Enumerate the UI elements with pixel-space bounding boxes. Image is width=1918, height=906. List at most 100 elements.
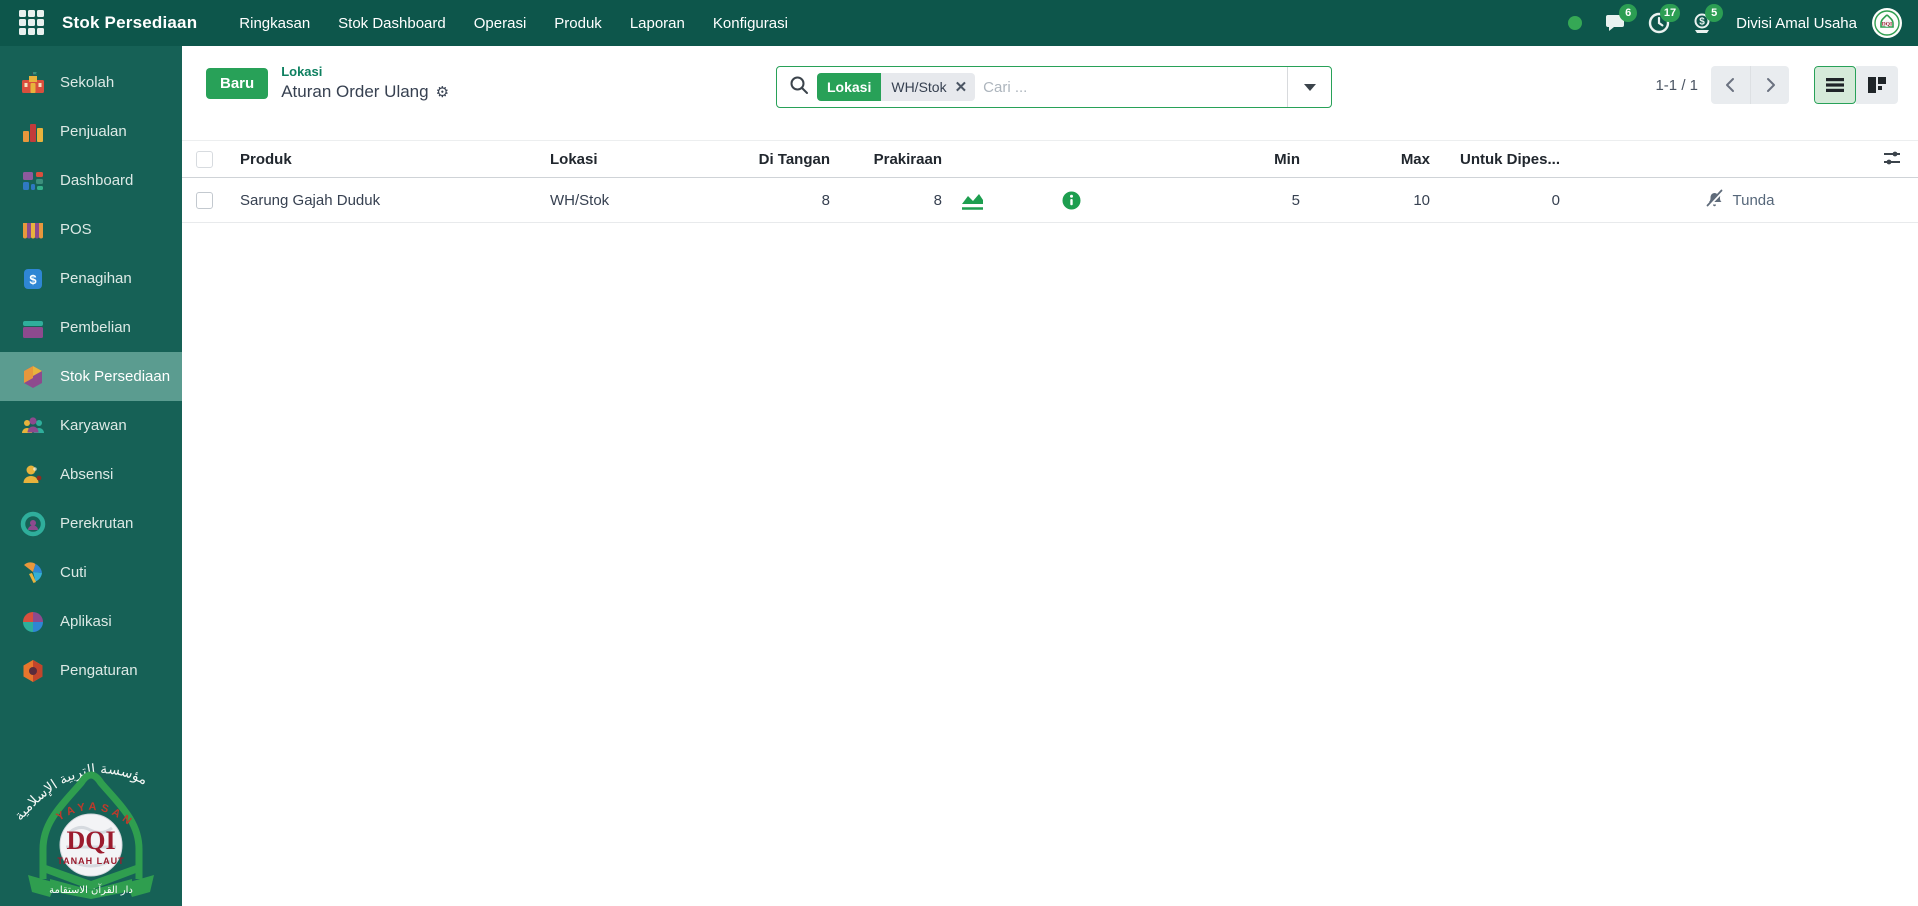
cell-min[interactable]: 5 <box>1135 192 1300 209</box>
logo-ribbon-text: دار القرآن الاستقامة <box>49 883 133 896</box>
dashboard-icon <box>20 168 46 194</box>
sidebar-item-label: Aplikasi <box>60 613 112 630</box>
column-header-produk[interactable]: Produk <box>240 151 550 168</box>
page-title: Aturan Order Ulang <box>281 82 428 102</box>
sales-icon <box>20 119 46 145</box>
action-gear-icon[interactable]: ⚙ <box>436 83 449 101</box>
inventory-icon <box>20 364 46 390</box>
control-panel: Baru Lokasi Aturan Order Ulang ⚙ Lokasi … <box>182 46 1918 108</box>
kanban-view-button[interactable] <box>1856 66 1898 104</box>
sidebar-item-label: Pembelian <box>60 319 131 336</box>
sidebar-item-absensi[interactable]: Absensi <box>0 450 182 499</box>
sidebar-item-stok-persediaan[interactable]: Stok Persediaan <box>0 352 182 401</box>
sidebar-item-label: Stok Persediaan <box>60 368 170 385</box>
activities-badge: 17 <box>1660 4 1680 22</box>
svg-text:$: $ <box>1699 17 1705 28</box>
timeoff-icon <box>20 560 46 586</box>
sidebar-item-karyawan[interactable]: Karyawan <box>0 401 182 450</box>
commission-badge: 5 <box>1705 4 1723 22</box>
pager-range: 1-1 / 1 <box>1655 77 1698 94</box>
current-app-title[interactable]: Stok Persediaan <box>62 13 197 33</box>
table-header-row: Produk Lokasi Di Tangan Prakiraan Min Ma… <box>182 140 1918 178</box>
sidebar-item-label: Penagihan <box>60 270 132 287</box>
attendance-icon <box>20 462 46 488</box>
cell-max[interactable]: 10 <box>1300 192 1430 209</box>
cell-prakiraan[interactable]: 8 <box>830 192 942 209</box>
search-facet: Lokasi WH/Stok ✕ <box>817 73 975 101</box>
forecast-chart-icon[interactable] <box>960 189 985 211</box>
sidebar-item-penjualan[interactable]: Penjualan <box>0 107 182 156</box>
sidebar-item-label: Cuti <box>60 564 87 581</box>
online-status-dot <box>1568 16 1582 30</box>
list-view-button[interactable] <box>1814 66 1856 104</box>
column-header-prakiraan[interactable]: Prakiraan <box>830 151 942 168</box>
facet-remove-icon[interactable]: ✕ <box>955 78 968 96</box>
chevron-down-icon <box>1304 84 1316 91</box>
pager-previous-button[interactable] <box>1711 66 1750 104</box>
commission-icon[interactable]: $ 5 <box>1685 6 1719 40</box>
sidebar-item-sekolah[interactable]: Sekolah <box>0 58 182 107</box>
cell-produk[interactable]: Sarung Gajah Duduk <box>240 192 550 209</box>
avatar[interactable]: DQI <box>1872 8 1902 38</box>
select-all-checkbox[interactable] <box>196 151 213 168</box>
sidebar-item-penagihan[interactable]: $ Penagihan <box>0 254 182 303</box>
menu-stok-dashboard[interactable]: Stok Dashboard <box>326 9 458 38</box>
sidebar-item-pembelian[interactable]: Pembelian <box>0 303 182 352</box>
menu-laporan[interactable]: Laporan <box>618 9 697 38</box>
column-header-max[interactable]: Max <box>1300 151 1430 168</box>
row-checkbox[interactable] <box>196 192 213 209</box>
svg-text:$: $ <box>29 272 37 287</box>
snooze-button[interactable]: Tunda <box>1704 189 1775 212</box>
sidebar-item-pos[interactable]: POS <box>0 205 182 254</box>
cell-di-tangan[interactable]: 8 <box>740 192 830 209</box>
sidebar-item-label: Absensi <box>60 466 113 483</box>
sidebar-item-pengaturan[interactable]: Pengaturan <box>0 646 182 695</box>
sidebar-item-label: Karyawan <box>60 417 127 434</box>
list-view: Produk Lokasi Di Tangan Prakiraan Min Ma… <box>182 140 1918 223</box>
facet-label: Lokasi <box>817 73 881 101</box>
breadcrumb-parent[interactable]: Lokasi <box>281 64 449 79</box>
purchase-icon <box>20 315 46 341</box>
column-header-di-tangan[interactable]: Di Tangan <box>740 151 830 168</box>
sidebar-item-perekrutan[interactable]: Perekrutan <box>0 499 182 548</box>
column-header-untuk-dipes[interactable]: Untuk Dipes... <box>1430 151 1560 168</box>
pager-next-button[interactable] <box>1750 66 1789 104</box>
cell-lokasi[interactable]: WH/Stok <box>550 192 740 209</box>
main-content: Baru Lokasi Aturan Order Ulang ⚙ Lokasi … <box>182 46 1918 906</box>
employees-icon <box>20 413 46 439</box>
pos-icon <box>20 217 46 243</box>
table-row[interactable]: Sarung Gajah Duduk WH/Stok 8 8 5 10 0 <box>182 178 1918 223</box>
menu-produk[interactable]: Produk <box>542 9 614 38</box>
apps-grid-icon[interactable] <box>19 10 45 36</box>
apps-icon <box>20 609 46 635</box>
sidebar-item-aplikasi[interactable]: Aplikasi <box>0 597 182 646</box>
search-dropdown-toggle[interactable] <box>1287 67 1331 107</box>
info-icon[interactable] <box>1062 191 1081 210</box>
menu-operasi[interactable]: Operasi <box>462 9 539 38</box>
sidebar-item-cuti[interactable]: Cuti <box>0 548 182 597</box>
cell-untuk-dipes[interactable]: 0 <box>1430 192 1560 209</box>
search-bar[interactable]: Lokasi WH/Stok ✕ <box>776 66 1332 108</box>
activities-clock-icon[interactable]: 17 <box>1642 6 1676 40</box>
sidebar: Sekolah Penjualan Dashboard POS $ Penagi… <box>0 46 182 906</box>
sidebar-item-label: Dashboard <box>60 172 133 189</box>
sidebar-item-label: Perekrutan <box>60 515 133 532</box>
menu-ringkasan[interactable]: Ringkasan <box>227 9 322 38</box>
bell-slash-icon <box>1704 189 1725 212</box>
user-menu[interactable]: Divisi Amal Usaha <box>1736 15 1857 32</box>
billing-icon: $ <box>20 266 46 292</box>
optional-columns-icon[interactable] <box>1882 148 1902 172</box>
new-button[interactable]: Baru <box>206 68 268 99</box>
menu-konfigurasi[interactable]: Konfigurasi <box>701 9 800 38</box>
column-header-lokasi[interactable]: Lokasi <box>550 151 740 168</box>
column-header-min[interactable]: Min <box>1135 151 1300 168</box>
sidebar-item-dashboard[interactable]: Dashboard <box>0 156 182 205</box>
svg-text:DQI: DQI <box>1882 22 1892 28</box>
top-menu: Ringkasan Stok Dashboard Operasi Produk … <box>227 9 800 38</box>
sidebar-item-label: POS <box>60 221 92 238</box>
logo-dqi-text: DQI <box>66 826 115 855</box>
sidebar-item-label: Penjualan <box>60 123 127 140</box>
messages-badge: 6 <box>1619 4 1637 22</box>
search-input[interactable] <box>983 79 1287 96</box>
messages-icon[interactable]: 6 <box>1599 6 1633 40</box>
